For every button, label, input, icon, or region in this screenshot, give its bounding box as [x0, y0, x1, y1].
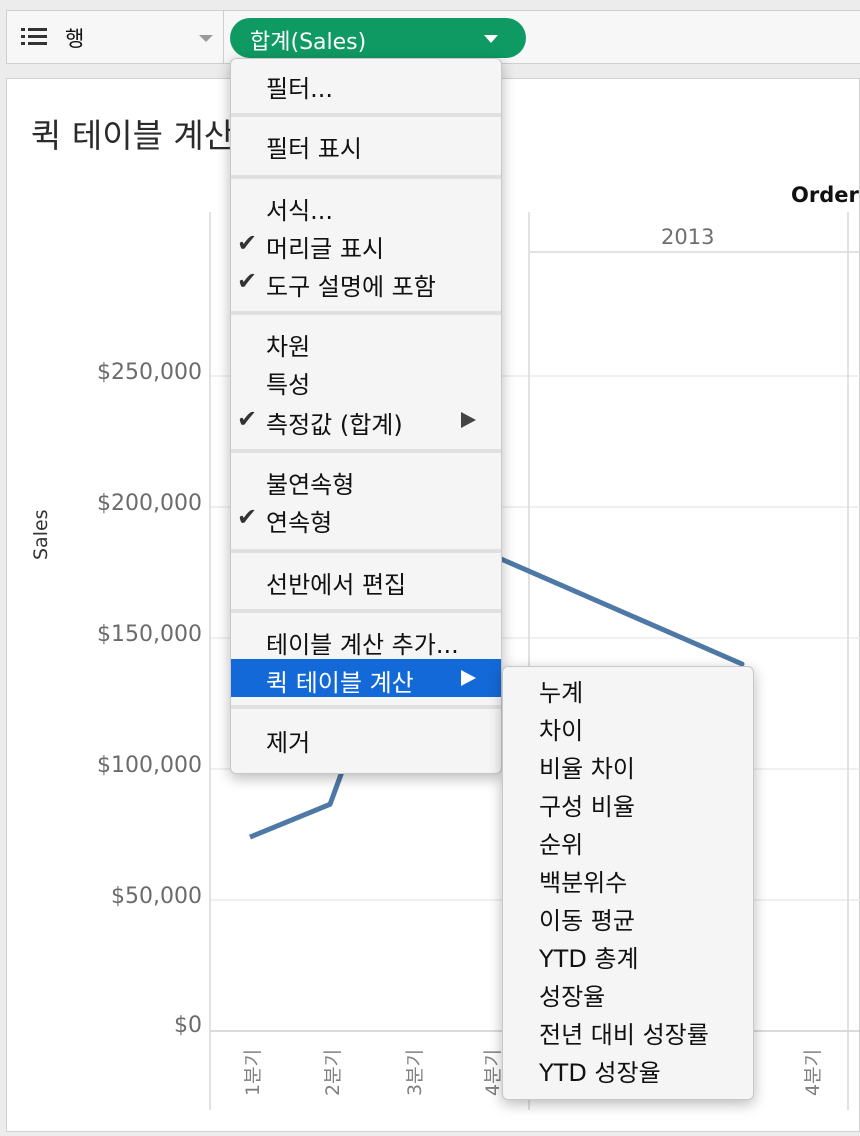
menu-item[interactable]: ✔ 측정값 (합계)	[231, 401, 501, 439]
menu-item-label: 특성	[266, 371, 311, 399]
checkmark-icon: ✔	[237, 267, 258, 295]
menu-item-label: 불연속형	[266, 471, 355, 499]
menu-item[interactable]: 필터 표시	[231, 125, 501, 163]
submenu-arrow-icon	[461, 412, 476, 428]
menu-item-label: 필터 표시	[266, 135, 362, 163]
sales-line-series-q4[interactable]	[487, 551, 745, 667]
menu-item-label: 연속형	[266, 509, 333, 537]
submenu-item[interactable]: 비율 차이	[539, 749, 635, 784]
menu-item-label: 서식...	[266, 197, 334, 225]
menu-item[interactable]: ✔ 도구 설명에 포함	[231, 263, 501, 301]
menu-item-label: 필터...	[266, 75, 334, 103]
menu-item[interactable]: 서식...	[231, 187, 501, 225]
submenu-item[interactable]: YTD 총계	[539, 939, 639, 974]
y-tick-label: $50,000	[111, 884, 202, 909]
x-tick-label: 4분기	[802, 1048, 824, 1096]
y-tick-label: $150,000	[97, 622, 202, 647]
menu-item[interactable]: 선반에서 편집	[231, 561, 501, 599]
menu-item-label: 도구 설명에 포함	[266, 273, 436, 301]
submenu-item[interactable]: 성장율	[539, 977, 605, 1012]
menu-item[interactable]: 불연속형	[231, 461, 501, 499]
submenu-item[interactable]: 이동 평균	[539, 901, 635, 936]
menu-item-label: 제거	[266, 729, 311, 757]
menu-separator	[231, 609, 501, 613]
pill-context-menu: 필터... 필터 표시서식... ✔ 머리글 표시 ✔ 도구 설명에 포함차원특성 ✔ 측정값…	[230, 58, 502, 774]
menu-item-label: 측정값 (합계)	[266, 411, 403, 439]
menu-separator	[231, 311, 501, 315]
menu-separator	[231, 705, 501, 709]
y-tick-label: $0	[174, 1013, 202, 1038]
submenu-item[interactable]: 구성 비율	[539, 787, 635, 822]
menu-item[interactable]: 테이블 계산 추가...	[231, 621, 501, 659]
submenu-item[interactable]: 순위	[539, 825, 583, 860]
submenu-item[interactable]: 누계	[539, 673, 583, 708]
checkmark-icon: ✔	[237, 405, 258, 433]
menu-item[interactable]: ✔ 연속형	[231, 499, 501, 537]
menu-item-label: 퀵 테이블 계산	[266, 669, 414, 697]
menu-item[interactable]: 제거	[231, 719, 501, 757]
y-tick-label: $250,000	[97, 360, 202, 385]
y-axis-title: Sales	[30, 509, 52, 560]
menu-item-label: 차원	[266, 333, 311, 361]
checkmark-icon: ✔	[237, 503, 258, 531]
x-tick-label: 1분기	[242, 1048, 264, 1096]
menu-item[interactable]: ✔ 머리글 표시	[231, 225, 501, 263]
menu-separator	[231, 549, 501, 553]
submenu-item[interactable]: YTD 성장율	[539, 1053, 661, 1088]
menu-item-label: 테이블 계산 추가...	[266, 631, 459, 659]
menu-item[interactable]: 차원	[231, 323, 501, 361]
x-tick-label: 3분기	[404, 1048, 426, 1096]
menu-separator	[231, 113, 501, 117]
menu-item-label: 머리글 표시	[266, 235, 385, 263]
x-tick-label: 2분기	[322, 1048, 344, 1096]
submenu-arrow-icon	[461, 670, 476, 686]
menu-item-label: 선반에서 편집	[266, 571, 407, 599]
y-tick-label: $200,000	[97, 491, 202, 516]
menu-item[interactable]: 필터...	[231, 65, 501, 103]
x-tick-label: 4분기	[482, 1048, 504, 1096]
checkmark-icon: ✔	[237, 229, 258, 257]
y-tick-label: $100,000	[97, 753, 202, 778]
submenu-item[interactable]: 백분위수	[539, 863, 627, 898]
submenu-item[interactable]: 전년 대비 성장률	[539, 1015, 709, 1050]
menu-separator	[231, 175, 501, 179]
quick-table-calc-submenu: 누계 차이 비율 차이 구성 비율 순위 백분위수 이동 평균 YTD 총계 성장율 전년 대비 …	[502, 666, 754, 1100]
menu-separator	[231, 449, 501, 453]
menu-item[interactable]: 퀵 테이블 계산	[231, 659, 501, 697]
submenu-item[interactable]: 차이	[539, 711, 583, 746]
menu-item[interactable]: 특성	[231, 361, 501, 399]
